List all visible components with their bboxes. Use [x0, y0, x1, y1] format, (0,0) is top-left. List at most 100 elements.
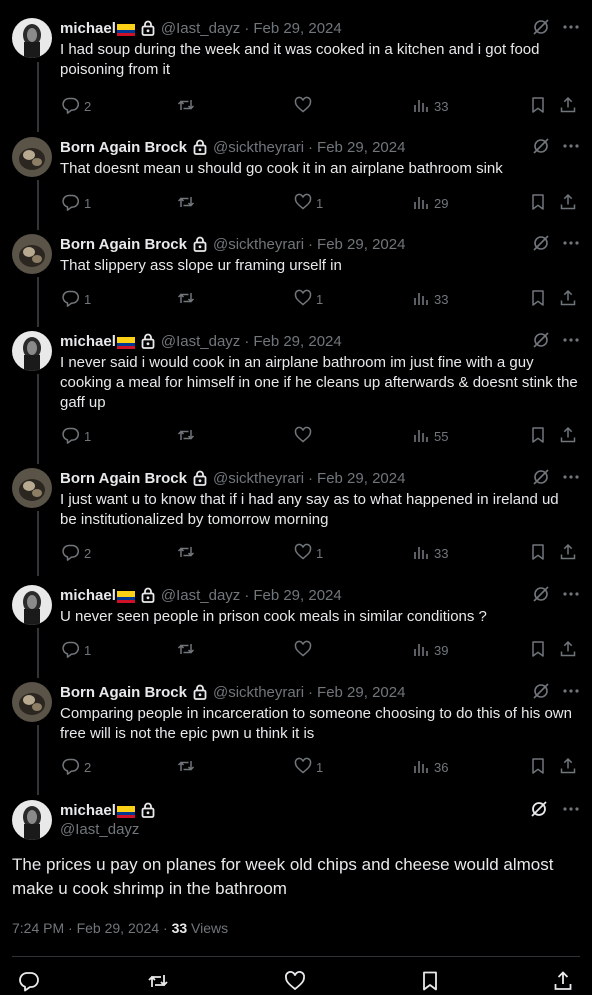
author-name[interactable]: Born Again Brock — [60, 470, 187, 487]
bookmark-icon[interactable] — [419, 970, 441, 995]
share-icon[interactable] — [559, 640, 577, 661]
avatar[interactable] — [12, 585, 52, 625]
grok-icon[interactable] — [532, 682, 550, 700]
retweet-icon[interactable] — [177, 96, 195, 117]
like-button[interactable]: 1 — [294, 757, 323, 778]
like-button[interactable] — [294, 96, 316, 117]
reply-button[interactable]: 1 — [62, 426, 91, 447]
author-handle[interactable]: @Iast_dayz — [161, 20, 240, 37]
bookmark-button[interactable] — [529, 426, 547, 447]
grok-icon[interactable] — [532, 234, 550, 252]
avatar[interactable] — [12, 682, 52, 722]
bookmark-icon[interactable] — [529, 96, 547, 117]
reply-icon[interactable] — [62, 543, 80, 564]
views-icon[interactable] — [412, 426, 430, 447]
views-icon[interactable] — [412, 543, 430, 564]
more-icon[interactable] — [562, 331, 580, 349]
reply-icon[interactable] — [62, 426, 80, 447]
main-author[interactable]: michael @Iast_dayz — [60, 800, 155, 838]
bookmark-icon[interactable] — [529, 426, 547, 447]
share-icon[interactable] — [559, 96, 577, 117]
reply-button[interactable]: 1 — [62, 640, 91, 661]
grok-icon[interactable] — [532, 585, 550, 603]
like-button[interactable] — [294, 640, 316, 661]
author-handle[interactable]: @Iast_dayz — [161, 587, 240, 604]
retweet-icon[interactable] — [177, 426, 195, 447]
share-button[interactable] — [559, 426, 577, 447]
like-button[interactable]: 1 — [294, 543, 323, 564]
reply-icon[interactable] — [62, 640, 80, 661]
views-icon[interactable] — [412, 640, 430, 661]
views-icon[interactable] — [412, 757, 430, 778]
bookmark-button[interactable] — [529, 640, 547, 661]
reply-icon[interactable] — [62, 289, 80, 310]
share-button[interactable] — [559, 640, 577, 661]
share-icon[interactable] — [559, 426, 577, 447]
share-button[interactable] — [559, 757, 577, 778]
views-button[interactable]: 36 — [412, 757, 448, 778]
tweet-date[interactable]: Feb 29, 2024 — [317, 236, 405, 253]
grok-icon[interactable] — [532, 331, 550, 349]
retweet-icon[interactable] — [177, 193, 195, 214]
like-icon[interactable] — [294, 757, 312, 778]
author-handle[interactable]: @Iast_dayz — [60, 821, 155, 838]
author-name[interactable]: michael — [60, 20, 116, 37]
like-button[interactable]: 1 — [294, 289, 323, 310]
share-button[interactable] — [559, 193, 577, 214]
author-name[interactable]: michael — [60, 333, 116, 350]
tweet-date[interactable]: Feb 29, 2024 — [317, 139, 405, 156]
author-handle[interactable]: @sicktheyrari — [213, 684, 304, 701]
more-icon[interactable] — [562, 468, 580, 486]
avatar[interactable] — [12, 137, 52, 177]
bookmark-icon[interactable] — [529, 640, 547, 661]
bookmark-button[interactable] — [529, 193, 547, 214]
grok-icon[interactable] — [532, 18, 550, 36]
retweet-icon[interactable] — [177, 640, 195, 661]
views-button[interactable]: 55 — [412, 426, 448, 447]
retweet-icon[interactable] — [177, 757, 195, 778]
more-icon[interactable] — [562, 800, 580, 823]
author-name[interactable]: michael — [60, 802, 116, 819]
views-icon[interactable] — [412, 289, 430, 310]
reply-button[interactable]: 1 — [62, 193, 91, 214]
retweet-button[interactable] — [177, 289, 195, 310]
retweet-button[interactable] — [177, 193, 195, 214]
tweet-date[interactable]: Feb 29, 2024 — [253, 20, 341, 37]
author-handle[interactable]: @sicktheyrari — [213, 139, 304, 156]
tweet-time[interactable]: 7:24 PM — [12, 920, 64, 936]
tweet-date[interactable]: Feb 29, 2024 — [317, 470, 405, 487]
more-icon[interactable] — [562, 682, 580, 700]
like-icon[interactable] — [294, 193, 312, 214]
more-icon[interactable] — [562, 18, 580, 36]
like-icon[interactable] — [294, 289, 312, 310]
share-icon[interactable] — [559, 193, 577, 214]
bookmark-button[interactable] — [529, 289, 547, 310]
retweet-button[interactable] — [177, 426, 195, 447]
reply-icon[interactable] — [18, 970, 40, 995]
avatar[interactable] — [12, 331, 52, 371]
views-button[interactable]: 33 — [412, 543, 448, 564]
tweet-date[interactable]: Feb 29, 2024 — [317, 684, 405, 701]
reply-icon[interactable] — [62, 96, 80, 117]
share-button[interactable] — [559, 96, 577, 117]
retweet-button[interactable] — [177, 757, 195, 778]
bookmark-icon[interactable] — [529, 543, 547, 564]
reply-button[interactable]: 2 — [62, 96, 91, 117]
avatar[interactable] — [12, 800, 52, 840]
views-button[interactable]: 33 — [412, 289, 448, 310]
like-icon[interactable] — [294, 96, 312, 117]
avatar[interactable] — [12, 234, 52, 274]
retweet-button[interactable] — [177, 96, 195, 117]
author-name[interactable]: Born Again Brock — [60, 139, 187, 156]
retweet-icon[interactable] — [177, 289, 195, 310]
tweet-date[interactable]: Feb 29, 2024 — [253, 333, 341, 350]
reply-button[interactable]: 2 — [62, 757, 91, 778]
share-icon[interactable] — [559, 289, 577, 310]
views-button[interactable]: 33 — [412, 96, 448, 117]
tweet-date[interactable]: Feb 29, 2024 — [253, 587, 341, 604]
bookmark-button[interactable] — [529, 757, 547, 778]
more-icon[interactable] — [562, 137, 580, 155]
share-button[interactable] — [559, 543, 577, 564]
views-button[interactable]: 39 — [412, 640, 448, 661]
more-icon[interactable] — [562, 585, 580, 603]
